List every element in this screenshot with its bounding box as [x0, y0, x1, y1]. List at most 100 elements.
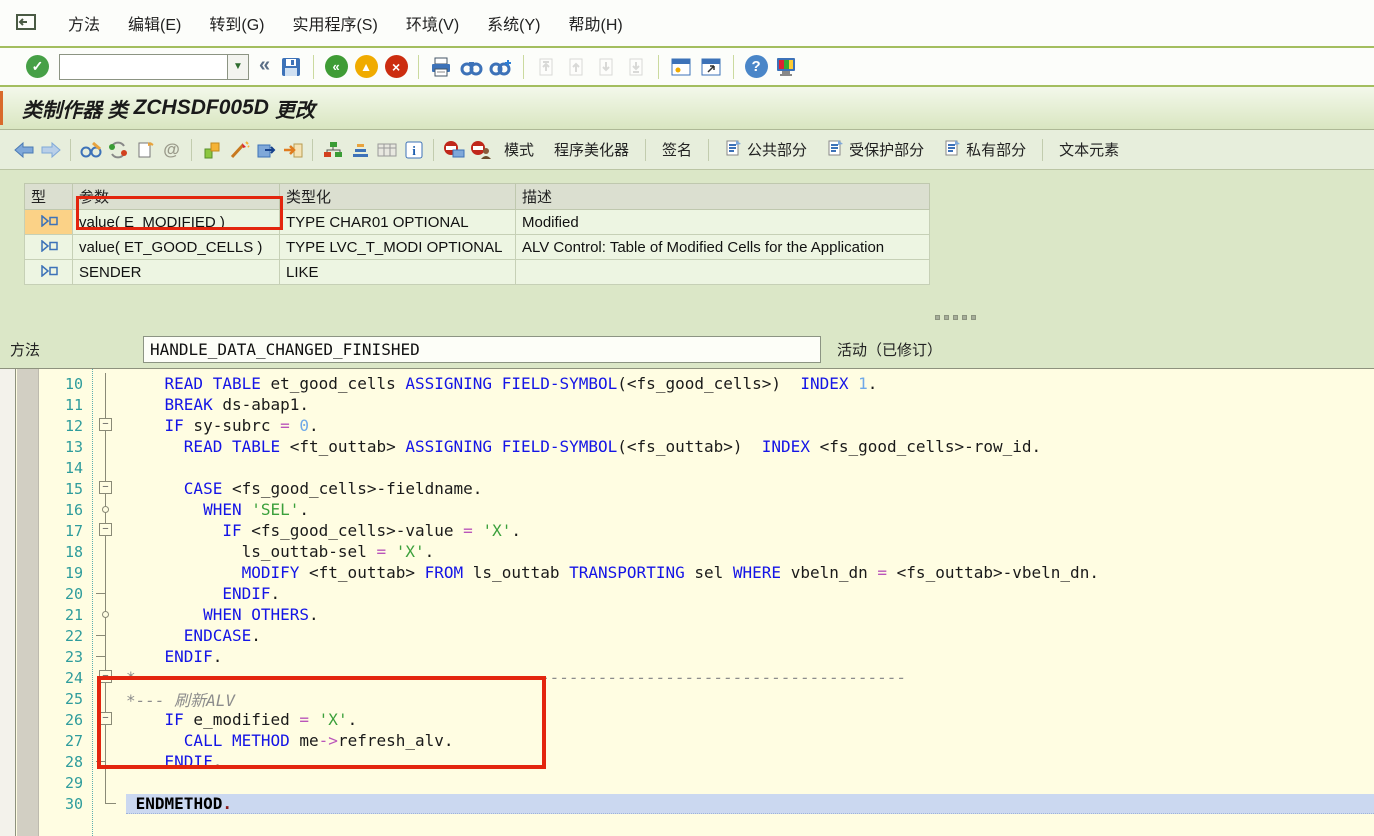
parameter-cell[interactable]: SENDER	[72, 259, 280, 285]
menu-item-6[interactable]: 帮助(H)	[555, 6, 637, 40]
fold-gutter[interactable]	[92, 625, 126, 646]
fold-gutter[interactable]: −	[92, 415, 126, 436]
fold-gutter[interactable]	[92, 646, 126, 667]
cancel-icon[interactable]: ×	[383, 55, 409, 79]
abap-code-editor[interactable]: 10 READ TABLE et_good_cells ASSIGNING FI…	[0, 368, 1374, 836]
parameter-row-0[interactable]: value( E_MODIFIED ) TYPE CHAR01 OPTIONAL M…	[24, 209, 930, 235]
description-cell[interactable]: Modified	[515, 209, 930, 235]
fold-gutter[interactable]: −	[92, 478, 126, 499]
code-line-17[interactable]: 17 − IF <fs_good_cells>-value = 'X'.	[39, 520, 1374, 541]
column-header-2[interactable]: 类型化	[279, 183, 516, 210]
typing-cell[interactable]: TYPE LVC_T_MODI OPTIONAL	[279, 234, 516, 260]
code-text[interactable]: ENDCASE.	[126, 626, 261, 645]
fold-gutter[interactable]	[92, 541, 126, 562]
table-view-icon[interactable]	[374, 138, 399, 161]
fold-gutter[interactable]: −	[92, 667, 126, 688]
first-page-icon[interactable]	[533, 55, 559, 79]
code-line-20[interactable]: 20 ENDIF.	[39, 583, 1374, 604]
code-text[interactable]: ENDMETHOD.	[126, 793, 1374, 814]
code-line-15[interactable]: 15 − CASE <fs_good_cells>-fieldname.	[39, 478, 1374, 499]
code-text[interactable]: *--- 刷新ALV	[126, 687, 235, 711]
command-field[interactable]	[59, 53, 227, 80]
shortcut-icon[interactable]	[698, 55, 724, 79]
code-line-26[interactable]: 26 − IF e_modified = 'X'.	[39, 709, 1374, 730]
code-line-11[interactable]: 11 BREAK ds-abap1.	[39, 394, 1374, 415]
code-line-16[interactable]: 16 WHEN 'SEL'.	[39, 499, 1374, 520]
customize-icon[interactable]	[773, 55, 799, 79]
app-button-text-elements[interactable]: 文本元素	[1049, 135, 1129, 164]
menu-item-1[interactable]: 编辑(E)	[114, 6, 195, 40]
command-dropdown-icon[interactable]: ▼	[227, 53, 249, 80]
gui-interaction-icon[interactable]	[14, 13, 38, 33]
parameter-row-2[interactable]: SENDER LIKE	[24, 259, 930, 285]
splitter-handle[interactable]	[935, 315, 976, 320]
app-button-signature[interactable]: 签名	[652, 135, 702, 164]
code-text[interactable]: MODIFY <ft_outtab> FROM ls_outtab TRANSP…	[126, 563, 1099, 582]
pretty-printer-icon[interactable]	[226, 138, 251, 161]
fold-gutter[interactable]	[92, 436, 126, 457]
code-text[interactable]: IF <fs_good_cells>-value = 'X'.	[126, 521, 521, 540]
code-text[interactable]: ls_outtab-sel = 'X'.	[126, 542, 435, 561]
code-text[interactable]: READ TABLE et_good_cells ASSIGNING FIELD…	[126, 374, 878, 393]
app-button-public-section[interactable]: 公共部分	[715, 135, 817, 165]
sort-icon[interactable]	[347, 138, 372, 161]
code-text[interactable]: *---------------------------------------…	[126, 668, 906, 687]
code-text[interactable]: BREAK ds-abap1.	[126, 395, 310, 414]
menu-item-3[interactable]: 实用程序(S)	[278, 6, 391, 40]
fold-gutter[interactable]	[92, 373, 126, 394]
previous-page-icon[interactable]	[563, 55, 589, 79]
code-line-13[interactable]: 13 READ TABLE <ft_outtab> ASSIGNING FIEL…	[39, 436, 1374, 457]
trace-icon[interactable]: @	[159, 138, 184, 161]
parameter-cell[interactable]: value( E_MODIFIED )	[72, 209, 280, 235]
code-text[interactable]: WHEN 'SEL'.	[126, 500, 309, 519]
typing-cell[interactable]: TYPE CHAR01 OPTIONAL	[279, 209, 516, 235]
description-cell[interactable]: ALV Control: Table of Modified Cells for…	[515, 234, 930, 260]
code-line-30[interactable]: 30 ENDMETHOD.	[39, 793, 1374, 814]
fold-gutter[interactable]: −	[92, 709, 126, 730]
code-line-27[interactable]: 27 CALL METHOD me->refresh_alv.	[39, 730, 1374, 751]
next-page-icon[interactable]	[593, 55, 619, 79]
refresh-icon[interactable]	[105, 138, 130, 161]
print-icon[interactable]	[428, 55, 454, 79]
new-session-icon[interactable]	[668, 55, 694, 79]
code-line-24[interactable]: 24 − *------------------------------------…	[39, 667, 1374, 688]
app-button-protected-section[interactable]: 受保护部分	[817, 135, 934, 165]
code-text[interactable]: ENDIF.	[126, 584, 280, 603]
code-line-21[interactable]: 21 WHEN OTHERS.	[39, 604, 1374, 625]
breakpoint-gutter[interactable]	[17, 369, 39, 836]
display-change-icon[interactable]	[78, 138, 103, 161]
syntax-check-icon[interactable]	[199, 138, 224, 161]
menu-item-5[interactable]: 系统(Y)	[473, 6, 554, 40]
fold-collapse-icon[interactable]: −	[99, 481, 112, 494]
code-text[interactable]: IF sy-subrc = 0.	[126, 416, 319, 435]
code-line-29[interactable]: 29	[39, 772, 1374, 793]
fold-gutter[interactable]	[92, 457, 126, 478]
fold-gutter[interactable]	[92, 688, 126, 709]
stop-watchpoint-icon[interactable]	[441, 138, 466, 161]
code-text[interactable]: IF e_modified = 'X'.	[126, 710, 358, 729]
fold-gutter[interactable]	[92, 499, 126, 520]
code-line-28[interactable]: 28 ENDIF.	[39, 751, 1374, 772]
back-icon[interactable]: «	[323, 55, 349, 79]
help-icon[interactable]: ?	[743, 55, 769, 79]
code-text[interactable]: ENDIF.	[126, 752, 223, 771]
last-page-icon[interactable]	[623, 55, 649, 79]
code-text[interactable]: ENDIF.	[126, 647, 223, 666]
save-icon[interactable]	[278, 55, 304, 79]
code-line-22[interactable]: 22 ENDCASE.	[39, 625, 1374, 646]
fold-gutter[interactable]	[92, 583, 126, 604]
code-text[interactable]: WHEN OTHERS.	[126, 605, 319, 624]
column-header-3[interactable]: 描述	[515, 183, 930, 210]
code-line-18[interactable]: 18 ls_outtab-sel = 'X'.	[39, 541, 1374, 562]
fold-gutter[interactable]	[92, 394, 126, 415]
app-button-pretty-printer[interactable]: 程序美化器	[544, 135, 639, 164]
fold-gutter[interactable]	[92, 772, 126, 793]
exit-icon[interactable]: ▲	[353, 55, 379, 79]
find-next-icon[interactable]	[488, 55, 514, 79]
description-cell[interactable]	[515, 259, 930, 285]
navigate-icon[interactable]	[253, 138, 278, 161]
code-line-19[interactable]: 19 MODIFY <ft_outtab> FROM ls_outtab TRA…	[39, 562, 1374, 583]
code-line-12[interactable]: 12 − IF sy-subrc = 0.	[39, 415, 1374, 436]
parameter-row-1[interactable]: value( ET_GOOD_CELLS ) TYPE LVC_T_MODI OP…	[24, 234, 930, 260]
code-text[interactable]: CALL METHOD me->refresh_alv.	[126, 731, 454, 750]
